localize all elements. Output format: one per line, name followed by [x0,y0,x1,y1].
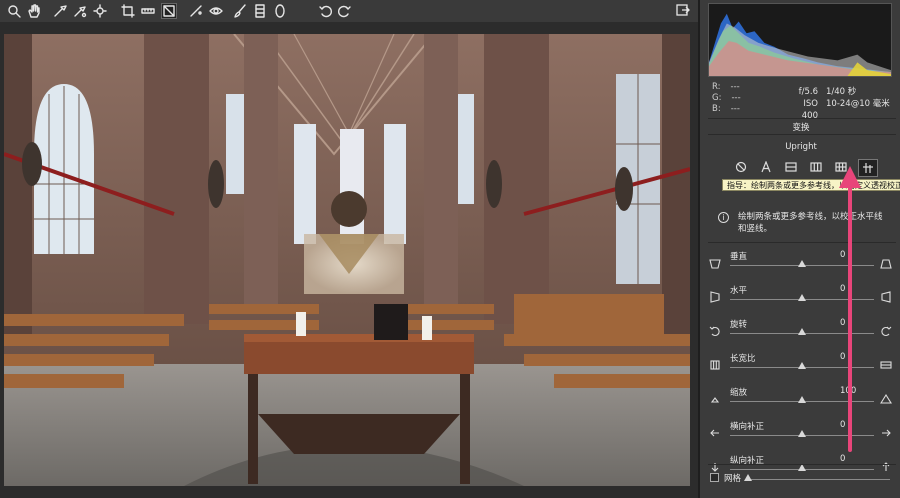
exif-info: f/5.6 1/40 秒 ISO 400 10-24@10 毫米 [786,86,890,122]
grid-label: 网格 [724,474,742,484]
slider-row: 横向补正 0 [700,420,900,454]
level-icon[interactable] [784,160,798,174]
color-sampler-icon[interactable] [72,3,88,19]
b-label: B: [712,104,721,114]
section-title-transform: 变换 [792,123,810,133]
grid-checkbox[interactable] [710,473,719,482]
r-label: R: [712,82,721,92]
slider-thumb[interactable] [798,260,806,267]
aperture: f/5.6 [798,87,818,97]
straighten-icon[interactable] [140,3,156,19]
slider-value[interactable]: 0 [840,318,854,328]
radial-filter-icon[interactable] [272,3,288,19]
rotate-right-icon[interactable] [336,3,352,19]
histogram [708,3,892,77]
vertical-left-icon [709,257,721,269]
vertical-icon[interactable] [809,160,823,174]
slider-thumb[interactable] [798,396,806,403]
scale-small-icon [709,393,721,405]
guided-icon[interactable] [858,159,878,177]
slider-row: 长宽比 0 [700,352,900,386]
target-adjustment-icon[interactable] [92,3,108,19]
slider-value[interactable]: 0 [840,454,854,464]
auto-icon[interactable] [759,160,773,174]
g-value: --- [731,93,741,103]
open-preferences-icon[interactable] [676,3,692,19]
upright-title: Upright [785,142,817,152]
info-icon: i [718,212,729,223]
guided-info-text: 绘制两条或更多参考线，以校正水平线和竖线。 [738,212,883,234]
slider-thumb[interactable] [798,328,806,335]
image-canvas[interactable] [0,22,698,498]
transform-icon[interactable] [161,3,177,19]
slider-label: 缩放 [730,388,748,398]
slider-value[interactable]: 0 [840,420,854,430]
guided-tooltip: 指导：绘制两条或更多参考线，以自定义透视校正 [722,179,900,191]
slider-value[interactable]: 0 [840,352,854,362]
slider-label: 水平 [730,286,748,296]
divider [708,242,896,243]
slider-label: 旋转 [730,320,748,330]
cathedral-photo[interactable] [4,34,690,486]
off-icon[interactable] [734,160,748,174]
right-panel: R: --- G: --- B: --- f/5.6 1/40 秒 ISO 400 10-… [698,0,900,498]
r-value: --- [730,82,740,92]
divider [708,134,896,135]
slider-row: 旋转 0 [700,318,900,352]
slider-label: 横向补正 [730,422,765,432]
slider-thumb[interactable] [798,430,806,437]
arrow-left-icon [709,427,721,439]
aspect-wide-icon [880,359,892,371]
slider-thumb[interactable] [798,294,806,301]
rotate-left-icon[interactable] [318,3,334,19]
full-icon[interactable] [834,160,848,174]
zoom-icon[interactable] [6,3,22,19]
slider-value[interactable]: 100 [840,386,856,396]
toolbar [0,0,698,22]
hand-icon[interactable] [26,3,42,19]
arrow-right-icon [880,427,892,439]
horizontal-left-icon [709,291,721,303]
g-label: G: [712,93,722,103]
slider-label: 长宽比 [730,354,756,364]
adjustment-brush-icon[interactable] [232,3,248,19]
graduated-filter-icon[interactable] [252,3,268,19]
rotate-ccw-icon [709,325,721,337]
slider-row: 垂直 0 [700,250,900,284]
rotate-cw-icon [880,325,892,337]
divider [708,464,896,465]
slider-label: 垂直 [730,252,748,262]
slider-row: 缩放 100 [700,386,900,420]
scale-large-icon [880,393,892,405]
upright-modes [734,159,878,177]
red-eye-icon[interactable] [208,3,224,19]
divider [708,118,896,119]
white-balance-icon[interactable] [52,3,68,19]
slider-value[interactable]: 0 [840,250,854,260]
slider-value[interactable]: 0 [840,284,854,294]
grid-slider-thumb[interactable] [744,474,752,481]
b-value: --- [730,104,740,114]
crop-icon[interactable] [120,3,136,19]
slider-thumb[interactable] [798,362,806,369]
vertical-right-icon [880,257,892,269]
grid-row: 网格 [708,470,896,486]
shutter-speed: 1/40 秒 [826,87,857,97]
aspect-narrow-icon [709,359,721,371]
spot-removal-icon[interactable] [188,3,204,19]
slider-row: 水平 0 [700,284,900,318]
horizontal-right-icon [880,291,892,303]
rgb-readout: R: --- G: --- B: --- [712,82,741,115]
grid-slider-track[interactable] [746,479,890,480]
